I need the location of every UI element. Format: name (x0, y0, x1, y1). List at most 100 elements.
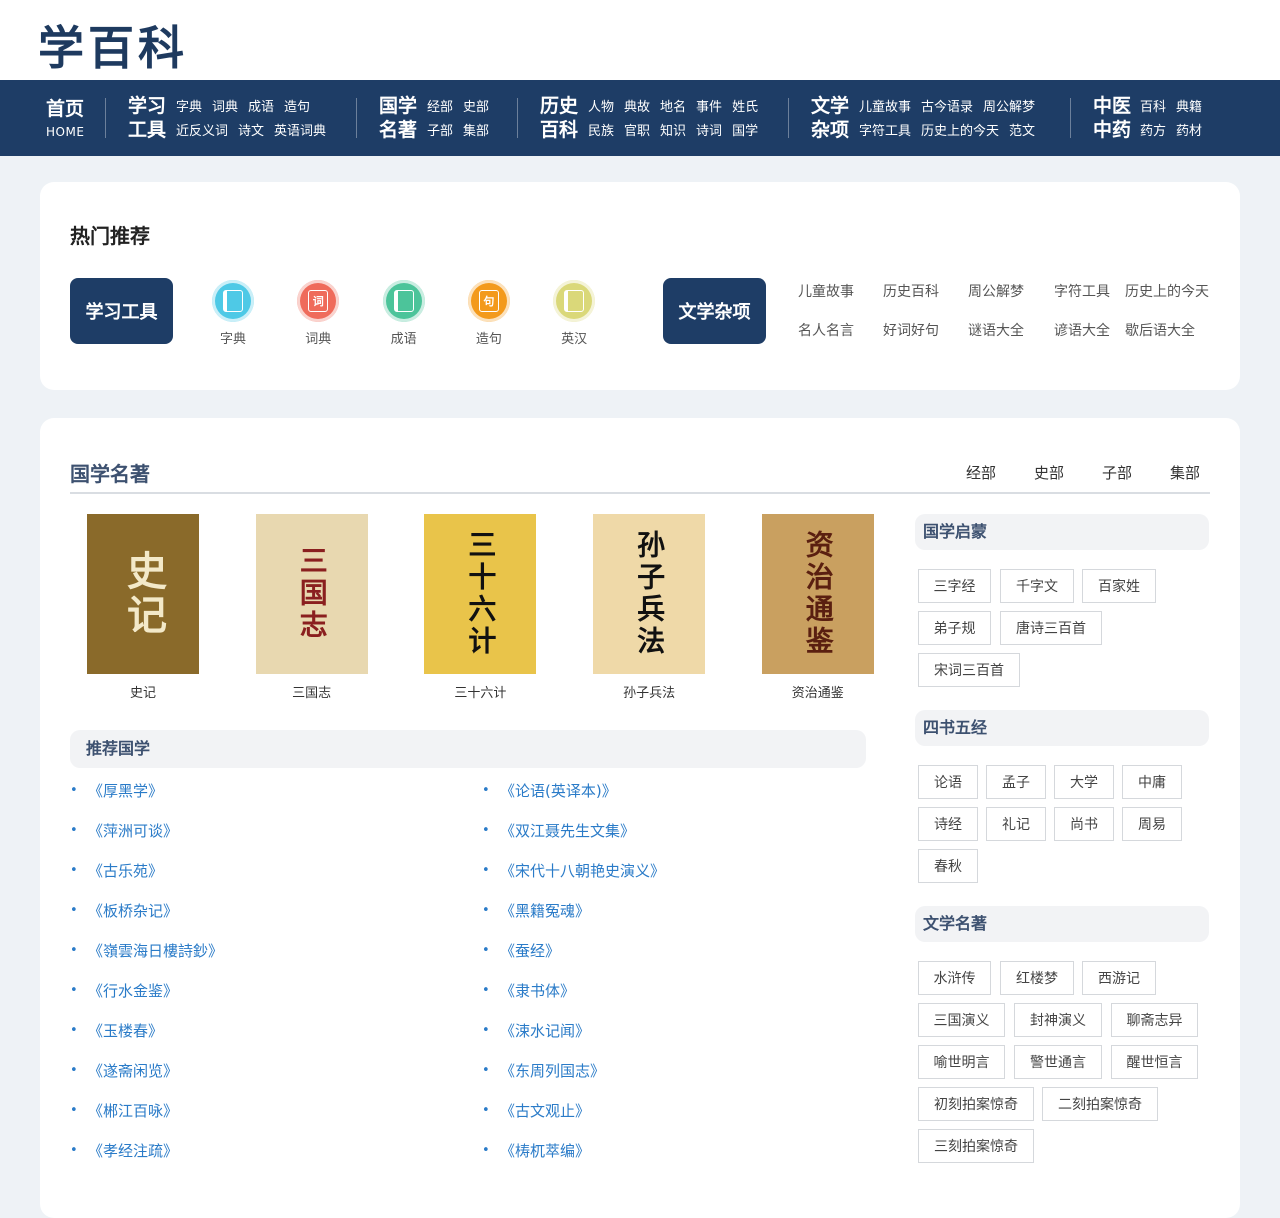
nav-link[interactable]: 官职 (624, 124, 650, 139)
lit-link[interactable]: 谚语大全 (1054, 320, 1110, 340)
sidebar-chip[interactable]: 水浒传 (918, 961, 991, 995)
sidebar-chip[interactable]: 警世通言 (1014, 1045, 1102, 1079)
nav-link[interactable]: 近反义词 (176, 124, 228, 139)
sidebar-chip[interactable]: 大学 (1054, 765, 1114, 799)
recommended-book-link[interactable]: 《玉楼春》 (88, 1022, 163, 1040)
tab-0[interactable]: 经部 (966, 464, 996, 482)
nav-link[interactable]: 国学 (732, 124, 758, 139)
nav-group-title[interactable]: 中医中药 (1093, 94, 1133, 142)
nav-link[interactable]: 诗文 (238, 124, 264, 139)
nav-link[interactable]: 儿童故事 (859, 100, 911, 115)
lit-link[interactable]: 历史百科 (883, 281, 939, 301)
nav-link[interactable]: 词典 (212, 100, 238, 115)
sidebar-chip[interactable]: 初刻拍案惊奇 (918, 1087, 1034, 1121)
nav-link[interactable]: 周公解梦 (983, 100, 1035, 115)
nav-link[interactable]: 典籍 (1176, 100, 1202, 115)
tab-2[interactable]: 子部 (1102, 464, 1132, 482)
sidebar-chip[interactable]: 封神演义 (1014, 1003, 1102, 1037)
lit-link[interactable]: 周公解梦 (968, 281, 1024, 301)
recommended-book-link[interactable]: 《遂斋闲览》 (88, 1062, 178, 1080)
sidebar-chip[interactable]: 西游记 (1082, 961, 1156, 995)
nav-link[interactable]: 诗词 (696, 124, 722, 139)
sidebar-chip[interactable]: 中庸 (1122, 765, 1182, 799)
book-item[interactable]: 史记 史记 (87, 514, 199, 701)
nav-link[interactable]: 经部 (427, 100, 453, 115)
recommended-book-link[interactable]: 《萍洲可谈》 (88, 822, 178, 840)
recommended-book-link[interactable]: 《古文观止》 (500, 1102, 590, 1120)
nav-link[interactable]: 知识 (660, 124, 686, 139)
nav-group-title[interactable]: 国学名著 (379, 94, 419, 142)
recommended-book-link[interactable]: 《东周列国志》 (500, 1062, 605, 1080)
nav-link[interactable]: 药材 (1176, 124, 1202, 139)
nav-link[interactable]: 事件 (696, 100, 722, 115)
sidebar-chip[interactable]: 周易 (1122, 807, 1182, 841)
nav-link[interactable]: 英语词典 (274, 124, 326, 139)
nav-link[interactable]: 民族 (588, 124, 614, 139)
nav-link[interactable]: 古今语录 (921, 100, 973, 115)
sidebar-chip[interactable]: 三国演义 (918, 1003, 1005, 1037)
site-logo[interactable]: 学百科 (38, 12, 188, 78)
lit-link[interactable]: 字符工具 (1054, 281, 1110, 301)
nav-link[interactable]: 药方 (1140, 124, 1166, 139)
tool-0[interactable]: 字典 (203, 280, 263, 347)
recommended-book-link[interactable]: 《古乐苑》 (88, 862, 163, 880)
sidebar-chip[interactable]: 聊斋志异 (1111, 1003, 1198, 1037)
sidebar-chip[interactable]: 千字文 (1000, 569, 1074, 603)
book-item[interactable]: 孙子兵法 孙子兵法 (593, 514, 706, 701)
nav-link[interactable]: 成语 (248, 100, 274, 115)
nav-link[interactable]: 字典 (176, 100, 202, 115)
nav-group-title[interactable]: 历史百科 (540, 94, 580, 142)
nav-link[interactable]: 地名 (660, 100, 686, 115)
lit-link[interactable]: 名人名言 (798, 320, 854, 340)
recommended-book-link[interactable]: 《论语(英译本)》 (500, 782, 617, 800)
nav-link[interactable]: 造句 (284, 100, 310, 115)
sidebar-chip[interactable]: 弟子规 (918, 611, 991, 645)
literature-misc-button[interactable]: 文学杂项 (663, 278, 766, 344)
sidebar-chip[interactable]: 孟子 (986, 765, 1046, 799)
tool-2[interactable]: 成语 (374, 280, 434, 347)
recommended-book-link[interactable]: 《板桥杂记》 (88, 902, 178, 920)
book-item[interactable]: 资治通鉴 资治通鉴 (761, 514, 874, 701)
nav-link[interactable]: 历史上的今天 (921, 124, 999, 139)
sidebar-chip[interactable]: 二刻拍案惊奇 (1042, 1087, 1158, 1121)
tool-3[interactable]: 句造句 (459, 280, 519, 347)
sidebar-chip[interactable]: 论语 (918, 765, 978, 799)
nav-group-title[interactable]: 文学杂项 (811, 94, 851, 142)
nav-group-title[interactable]: 学习工具 (128, 94, 168, 142)
nav-home[interactable]: 首页 HOME (46, 94, 84, 142)
lit-link[interactable]: 历史上的今天 (1125, 281, 1209, 301)
sidebar-chip[interactable]: 百家姓 (1082, 569, 1156, 603)
nav-link[interactable]: 史部 (463, 100, 489, 115)
sidebar-chip[interactable]: 礼记 (986, 807, 1046, 841)
sidebar-chip[interactable]: 唐诗三百首 (1000, 611, 1102, 645)
sidebar-chip[interactable]: 醒世恒言 (1111, 1045, 1198, 1079)
sidebar-chip[interactable]: 三字经 (918, 569, 991, 603)
tab-3[interactable]: 集部 (1170, 464, 1200, 482)
nav-link[interactable]: 子部 (427, 124, 453, 139)
recommended-book-link[interactable]: 《黑籍冤魂》 (500, 902, 590, 920)
recommended-book-link[interactable]: 《涑水记闻》 (500, 1022, 590, 1040)
recommended-book-link[interactable]: 《双江聂先生文集》 (500, 822, 635, 840)
recommended-book-link[interactable]: 《宋代十八朝艳史演义》 (500, 862, 665, 880)
study-tools-button[interactable]: 学习工具 (70, 278, 173, 344)
lit-link[interactable]: 好词好句 (883, 320, 939, 340)
recommended-book-link[interactable]: 《隶书体》 (500, 982, 575, 1000)
nav-link[interactable]: 典故 (624, 100, 650, 115)
recommended-book-link[interactable]: 《行水金鉴》 (88, 982, 178, 1000)
nav-link[interactable]: 百科 (1140, 100, 1166, 115)
nav-link[interactable]: 人物 (588, 100, 614, 115)
recommended-book-link[interactable]: 《郴江百咏》 (88, 1102, 178, 1120)
nav-link[interactable]: 姓氏 (732, 100, 758, 115)
sidebar-chip[interactable]: 宋词三百首 (918, 653, 1020, 687)
lit-link[interactable]: 歇后语大全 (1125, 320, 1195, 340)
recommended-book-link[interactable]: 《梼杌萃编》 (500, 1142, 590, 1160)
recommended-book-link[interactable]: 《厚黑学》 (88, 782, 163, 800)
sidebar-chip[interactable]: 红楼梦 (1000, 961, 1074, 995)
nav-link[interactable]: 集部 (463, 124, 489, 139)
lit-link[interactable]: 谜语大全 (968, 320, 1024, 340)
recommended-book-link[interactable]: 《孝经注疏》 (88, 1142, 178, 1160)
nav-link[interactable]: 范文 (1009, 124, 1035, 139)
tool-1[interactable]: 词词典 (288, 280, 348, 347)
book-item[interactable]: 三十六计 三十六计 (424, 514, 537, 701)
tab-1[interactable]: 史部 (1034, 464, 1064, 482)
